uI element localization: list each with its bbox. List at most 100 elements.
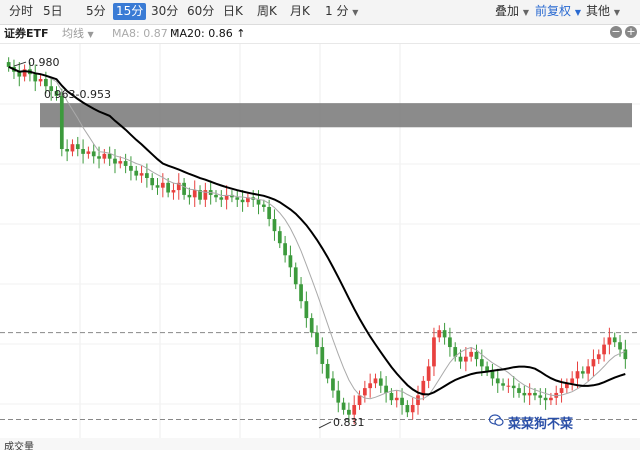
tab-1min-label: 1 分 xyxy=(325,4,349,18)
candle-body xyxy=(495,378,500,384)
candle-body xyxy=(533,392,537,396)
candle-body xyxy=(362,388,367,396)
symbol-name: 证券ETF xyxy=(4,27,49,40)
tab-5min[interactable]: 5分 xyxy=(83,3,109,20)
low-pointer xyxy=(318,421,332,429)
candle-body xyxy=(293,267,298,285)
minus-icon[interactable]: − xyxy=(610,26,622,38)
candle-body xyxy=(389,392,394,401)
candle-body xyxy=(336,390,341,403)
tab-daily-k[interactable]: 日K xyxy=(220,3,246,20)
candle-body xyxy=(549,397,553,401)
low-label: 0.831 xyxy=(333,416,365,429)
candle-body xyxy=(591,359,596,367)
chevron-down-icon: ▼ xyxy=(574,8,581,17)
candle-body xyxy=(347,409,351,415)
tab-1min-dropdown[interactable]: 1 分 ▼ xyxy=(322,3,361,20)
candle-body xyxy=(81,149,85,154)
candle-body xyxy=(596,354,601,360)
volume-strip: 成交量 xyxy=(0,438,640,450)
candle-body xyxy=(378,378,383,386)
resistance-zone xyxy=(40,103,632,128)
tab-weekly-k[interactable]: 周K xyxy=(254,3,280,20)
candle-body xyxy=(320,347,325,364)
tab-timeshare[interactable]: 分时 xyxy=(6,3,36,20)
candle-body xyxy=(187,194,192,198)
candle-body xyxy=(458,356,463,362)
candle-body xyxy=(394,397,399,401)
candle-body xyxy=(325,363,330,379)
overlay-label: 叠加 xyxy=(495,4,520,18)
overlay-dropdown[interactable]: 叠加 ▼ xyxy=(492,3,532,20)
candle-body xyxy=(75,144,80,150)
watermark-text: 菜菜狗不菜 xyxy=(508,417,574,432)
volume-label: 成交量 xyxy=(4,442,34,450)
candle-body xyxy=(160,182,165,188)
tab-60min[interactable]: 60分 xyxy=(184,3,217,20)
plus-icon[interactable]: + xyxy=(625,26,637,38)
candle-body xyxy=(384,385,388,393)
candle-body xyxy=(623,349,628,360)
tab-monthly-k[interactable]: 月K xyxy=(287,3,313,20)
candle-body xyxy=(341,402,346,410)
candle-body xyxy=(97,156,101,159)
candle-body xyxy=(543,397,548,401)
candle-body xyxy=(618,342,622,350)
tab-30min[interactable]: 30分 xyxy=(148,3,181,20)
chevron-down-icon: ▼ xyxy=(352,8,359,17)
candle-body xyxy=(256,199,261,205)
other-label: 其他 xyxy=(586,4,611,18)
candle-body xyxy=(463,356,468,362)
zone-label: 0.963-0.953 xyxy=(44,88,111,101)
high-label: 0.980 xyxy=(28,56,60,69)
candle-body xyxy=(155,185,160,188)
candle-body xyxy=(517,388,521,393)
candle-body xyxy=(283,243,287,256)
candle-body xyxy=(506,385,511,387)
candle-body xyxy=(214,194,218,198)
adjust-dropdown[interactable]: 前复权 ▼ xyxy=(532,3,584,20)
candle-body xyxy=(511,385,516,389)
candle-body xyxy=(123,161,128,166)
candle-body xyxy=(607,337,612,345)
tab-5day[interactable]: 5日 xyxy=(40,3,66,20)
candle-body xyxy=(373,378,378,384)
candle-body xyxy=(304,301,309,319)
candle-body xyxy=(501,383,505,386)
candle-body xyxy=(405,405,410,413)
other-dropdown[interactable]: 其他 ▼ xyxy=(583,3,623,20)
candle-body xyxy=(432,337,436,367)
candle-body xyxy=(91,151,96,157)
candle-body xyxy=(570,378,575,384)
candle-body xyxy=(235,197,240,200)
chart-grid xyxy=(0,44,640,438)
candle-body xyxy=(129,165,133,171)
chevron-down-icon: ▼ xyxy=(522,8,529,17)
candle-body xyxy=(44,78,48,87)
tab-15min[interactable]: 15分 xyxy=(113,3,147,20)
candle-body xyxy=(426,366,431,381)
candle-body xyxy=(118,161,123,164)
candle-body xyxy=(416,395,420,406)
chevron-down-icon: ▼ xyxy=(87,30,94,39)
candle-body xyxy=(575,371,580,379)
adjust-label: 前复权 xyxy=(535,4,572,18)
candle-body xyxy=(299,284,303,302)
candle-body xyxy=(261,204,266,207)
candle-body xyxy=(240,199,245,203)
candle-body xyxy=(442,330,447,338)
candle-body xyxy=(352,405,357,415)
wechat-icon xyxy=(489,414,504,426)
avg-line-toggle[interactable]: 均线 ▼ xyxy=(62,27,94,42)
candle-body xyxy=(113,158,117,164)
candle-body xyxy=(33,74,38,82)
candle-body xyxy=(219,197,224,200)
kline-chart[interactable]: 0.980 0.963-0.953 0.831 xyxy=(0,44,640,438)
candle-body xyxy=(134,170,139,176)
candle-body xyxy=(331,378,335,391)
candle-body xyxy=(538,395,543,398)
candle-body xyxy=(410,405,415,413)
candle-body xyxy=(102,153,107,159)
candle-body xyxy=(309,318,314,333)
candle-body xyxy=(6,62,11,67)
